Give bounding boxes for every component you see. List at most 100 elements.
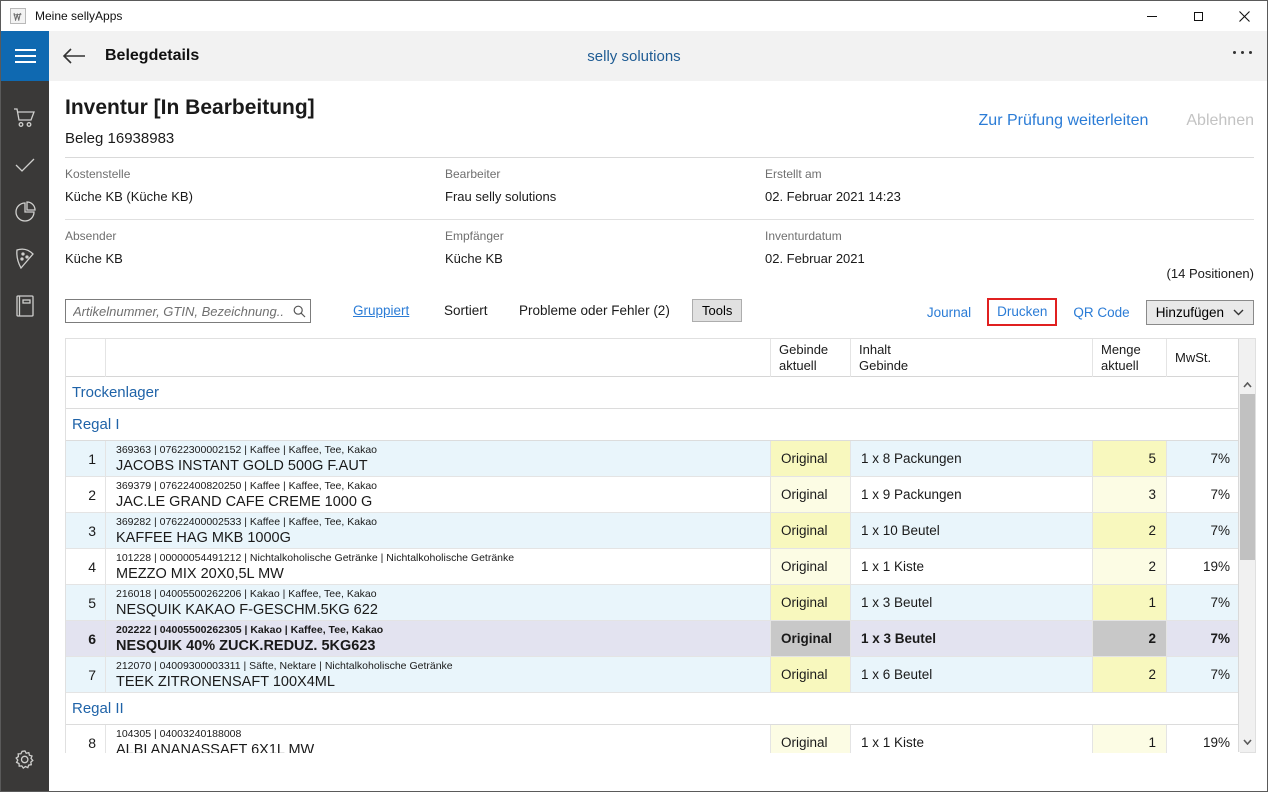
gebinde-cell[interactable]: Original [771, 725, 851, 753]
gebinde-cell[interactable]: Original [771, 477, 851, 512]
sidebar-item-settings[interactable] [1, 735, 49, 782]
group-label: Regal II [72, 700, 124, 717]
menge-cell[interactable]: 2 [1093, 621, 1167, 656]
hinzufuegen-button[interactable]: Hinzufügen [1146, 300, 1254, 325]
mwst-cell: 7% [1167, 585, 1240, 620]
group-header-row[interactable]: Regal I [66, 409, 1240, 441]
drucken-link[interactable]: Drucken [997, 304, 1047, 319]
sidebar-item-reports[interactable] [1, 188, 49, 235]
gebinde-cell[interactable]: Original [771, 585, 851, 620]
row-number: 6 [66, 621, 106, 656]
article-name: MEZZO MIX 20X0,5L MW [116, 565, 770, 584]
maximize-button[interactable] [1175, 1, 1221, 31]
article-info: 212070 | 04009300003311 | Säfte, Nektare… [116, 660, 770, 673]
reject-button[interactable]: Ablehnen [1186, 112, 1254, 130]
menge-cell[interactable]: 1 [1093, 725, 1167, 753]
empfaenger-label: Empfänger [445, 229, 765, 243]
more-options-button[interactable] [1233, 51, 1252, 54]
group-header-row[interactable]: Regal II [66, 693, 1240, 725]
table-row[interactable]: 7 212070 | 04009300003311 | Säfte, Nekta… [66, 657, 1240, 693]
minimize-icon [1147, 16, 1157, 17]
pizza-icon [14, 247, 36, 271]
col-mwst: MwSt. [1167, 339, 1240, 377]
inhalt-cell: 1 x 10 Beutel [851, 513, 1093, 548]
gebinde-cell[interactable]: Original [771, 549, 851, 584]
article-info: 369363 | 07622300002152 | Kaffee | Kaffe… [116, 444, 770, 457]
forward-for-review-button[interactable]: Zur Prüfung weiterleiten [979, 112, 1149, 130]
table-row[interactable]: 5 216018 | 04005500262206 | Kakao | Kaff… [66, 585, 1240, 621]
col-gebinde-aktuell: Gebinde aktuell [771, 339, 851, 377]
row-number: 2 [66, 477, 106, 512]
col-number [66, 339, 106, 377]
gebinde-cell[interactable]: Original [771, 513, 851, 548]
sidebar-item-products[interactable] [1, 235, 49, 282]
inhalt-cell: 1 x 3 Beutel [851, 621, 1093, 656]
scroll-up-button[interactable] [1239, 377, 1255, 393]
menge-cell[interactable]: 3 [1093, 477, 1167, 512]
app-navbar: Belegdetails selly solutions [1, 31, 1267, 81]
article-info: 369379 | 07622400820250 | Kaffee | Kaffe… [116, 480, 770, 493]
row-number: 8 [66, 725, 106, 753]
row-number: 7 [66, 657, 106, 692]
gear-icon [13, 747, 37, 771]
group-header-row[interactable]: Trockenlager [66, 377, 1240, 409]
left-sidebar [1, 81, 49, 791]
tools-button[interactable]: Tools [692, 299, 742, 322]
search-input[interactable] [66, 304, 288, 319]
inhalt-cell: 1 x 1 Kiste [851, 549, 1093, 584]
table-row[interactable]: 4 101228 | 00000054491212 | Nichtalkohol… [66, 549, 1240, 585]
table-row[interactable]: 1 369363 | 07622300002152 | Kaffee | Kaf… [66, 441, 1240, 477]
scroll-down-button[interactable] [1239, 734, 1255, 750]
pie-chart-icon [13, 200, 37, 224]
mwst-cell: 7% [1167, 477, 1240, 512]
meta-divider [65, 219, 1254, 220]
gebinde-cell[interactable]: Original [771, 621, 851, 656]
table-row[interactable]: 8 104305 | 04003240188008 ALBI ANANASSAF… [66, 725, 1240, 753]
group-label: Trockenlager [72, 384, 159, 401]
article-name: JAC.LE GRAND CAFE CREME 1000 G [116, 493, 770, 512]
table-row[interactable]: 6 202222 | 04005500262305 | Kakao | Kaff… [66, 621, 1240, 657]
table-row[interactable]: 3 369282 | 07622400002533 | Kaffee | Kaf… [66, 513, 1240, 549]
scrollbar-thumb[interactable] [1240, 394, 1255, 560]
menge-cell[interactable]: 5 [1093, 441, 1167, 476]
qr-code-link[interactable]: QR Code [1073, 305, 1129, 320]
sidebar-item-cart[interactable] [1, 94, 49, 141]
chevron-up-icon [1243, 382, 1252, 388]
close-icon [1239, 11, 1250, 22]
inhalt-cell: 1 x 3 Beutel [851, 585, 1093, 620]
inhalt-cell: 1 x 8 Packungen [851, 441, 1093, 476]
erstellt-am-value: 02. Februar 2021 14:23 [765, 189, 1254, 204]
inhalt-cell: 1 x 6 Beutel [851, 657, 1093, 692]
gebinde-cell[interactable]: Original [771, 441, 851, 476]
filter-sortiert[interactable]: Sortiert [444, 303, 488, 318]
book-icon [15, 294, 35, 318]
journal-link[interactable]: Journal [927, 305, 971, 320]
menge-cell[interactable]: 2 [1093, 549, 1167, 584]
bearbeiter-value: Frau selly solutions [445, 189, 765, 204]
mwst-cell: 7% [1167, 657, 1240, 692]
maximize-icon [1194, 12, 1203, 21]
chevron-down-icon [1233, 309, 1244, 316]
article-name: JACOBS INSTANT GOLD 500G F.AUT [116, 457, 770, 476]
menge-cell[interactable]: 1 [1093, 585, 1167, 620]
filter-gruppiert[interactable]: Gruppiert [353, 303, 409, 318]
gebinde-cell[interactable]: Original [771, 657, 851, 692]
menge-cell[interactable]: 2 [1093, 657, 1167, 692]
sidebar-item-tasks[interactable] [1, 141, 49, 188]
table-row[interactable]: 2 369379 | 07622400820250 | Kaffee | Kaf… [66, 477, 1240, 513]
sidebar-item-catalog[interactable] [1, 282, 49, 329]
drucken-highlight-box: Drucken [987, 298, 1057, 326]
close-button[interactable] [1221, 1, 1267, 31]
kostenstelle-label: Kostenstelle [65, 167, 445, 181]
app-icon [10, 8, 26, 24]
table-scrollbar[interactable] [1238, 339, 1255, 752]
minimize-button[interactable] [1129, 1, 1175, 31]
filter-probleme-oder-fehler[interactable]: Probleme oder Fehler (2) [519, 303, 670, 318]
app-center-title: selly solutions [1, 48, 1267, 65]
search-icon[interactable] [288, 305, 310, 318]
col-menge-aktuell: Menge aktuell [1093, 339, 1167, 377]
inhalt-cell: 1 x 9 Packungen [851, 477, 1093, 512]
menge-cell[interactable]: 2 [1093, 513, 1167, 548]
header-divider [65, 157, 1254, 158]
more-icon [1233, 51, 1236, 54]
